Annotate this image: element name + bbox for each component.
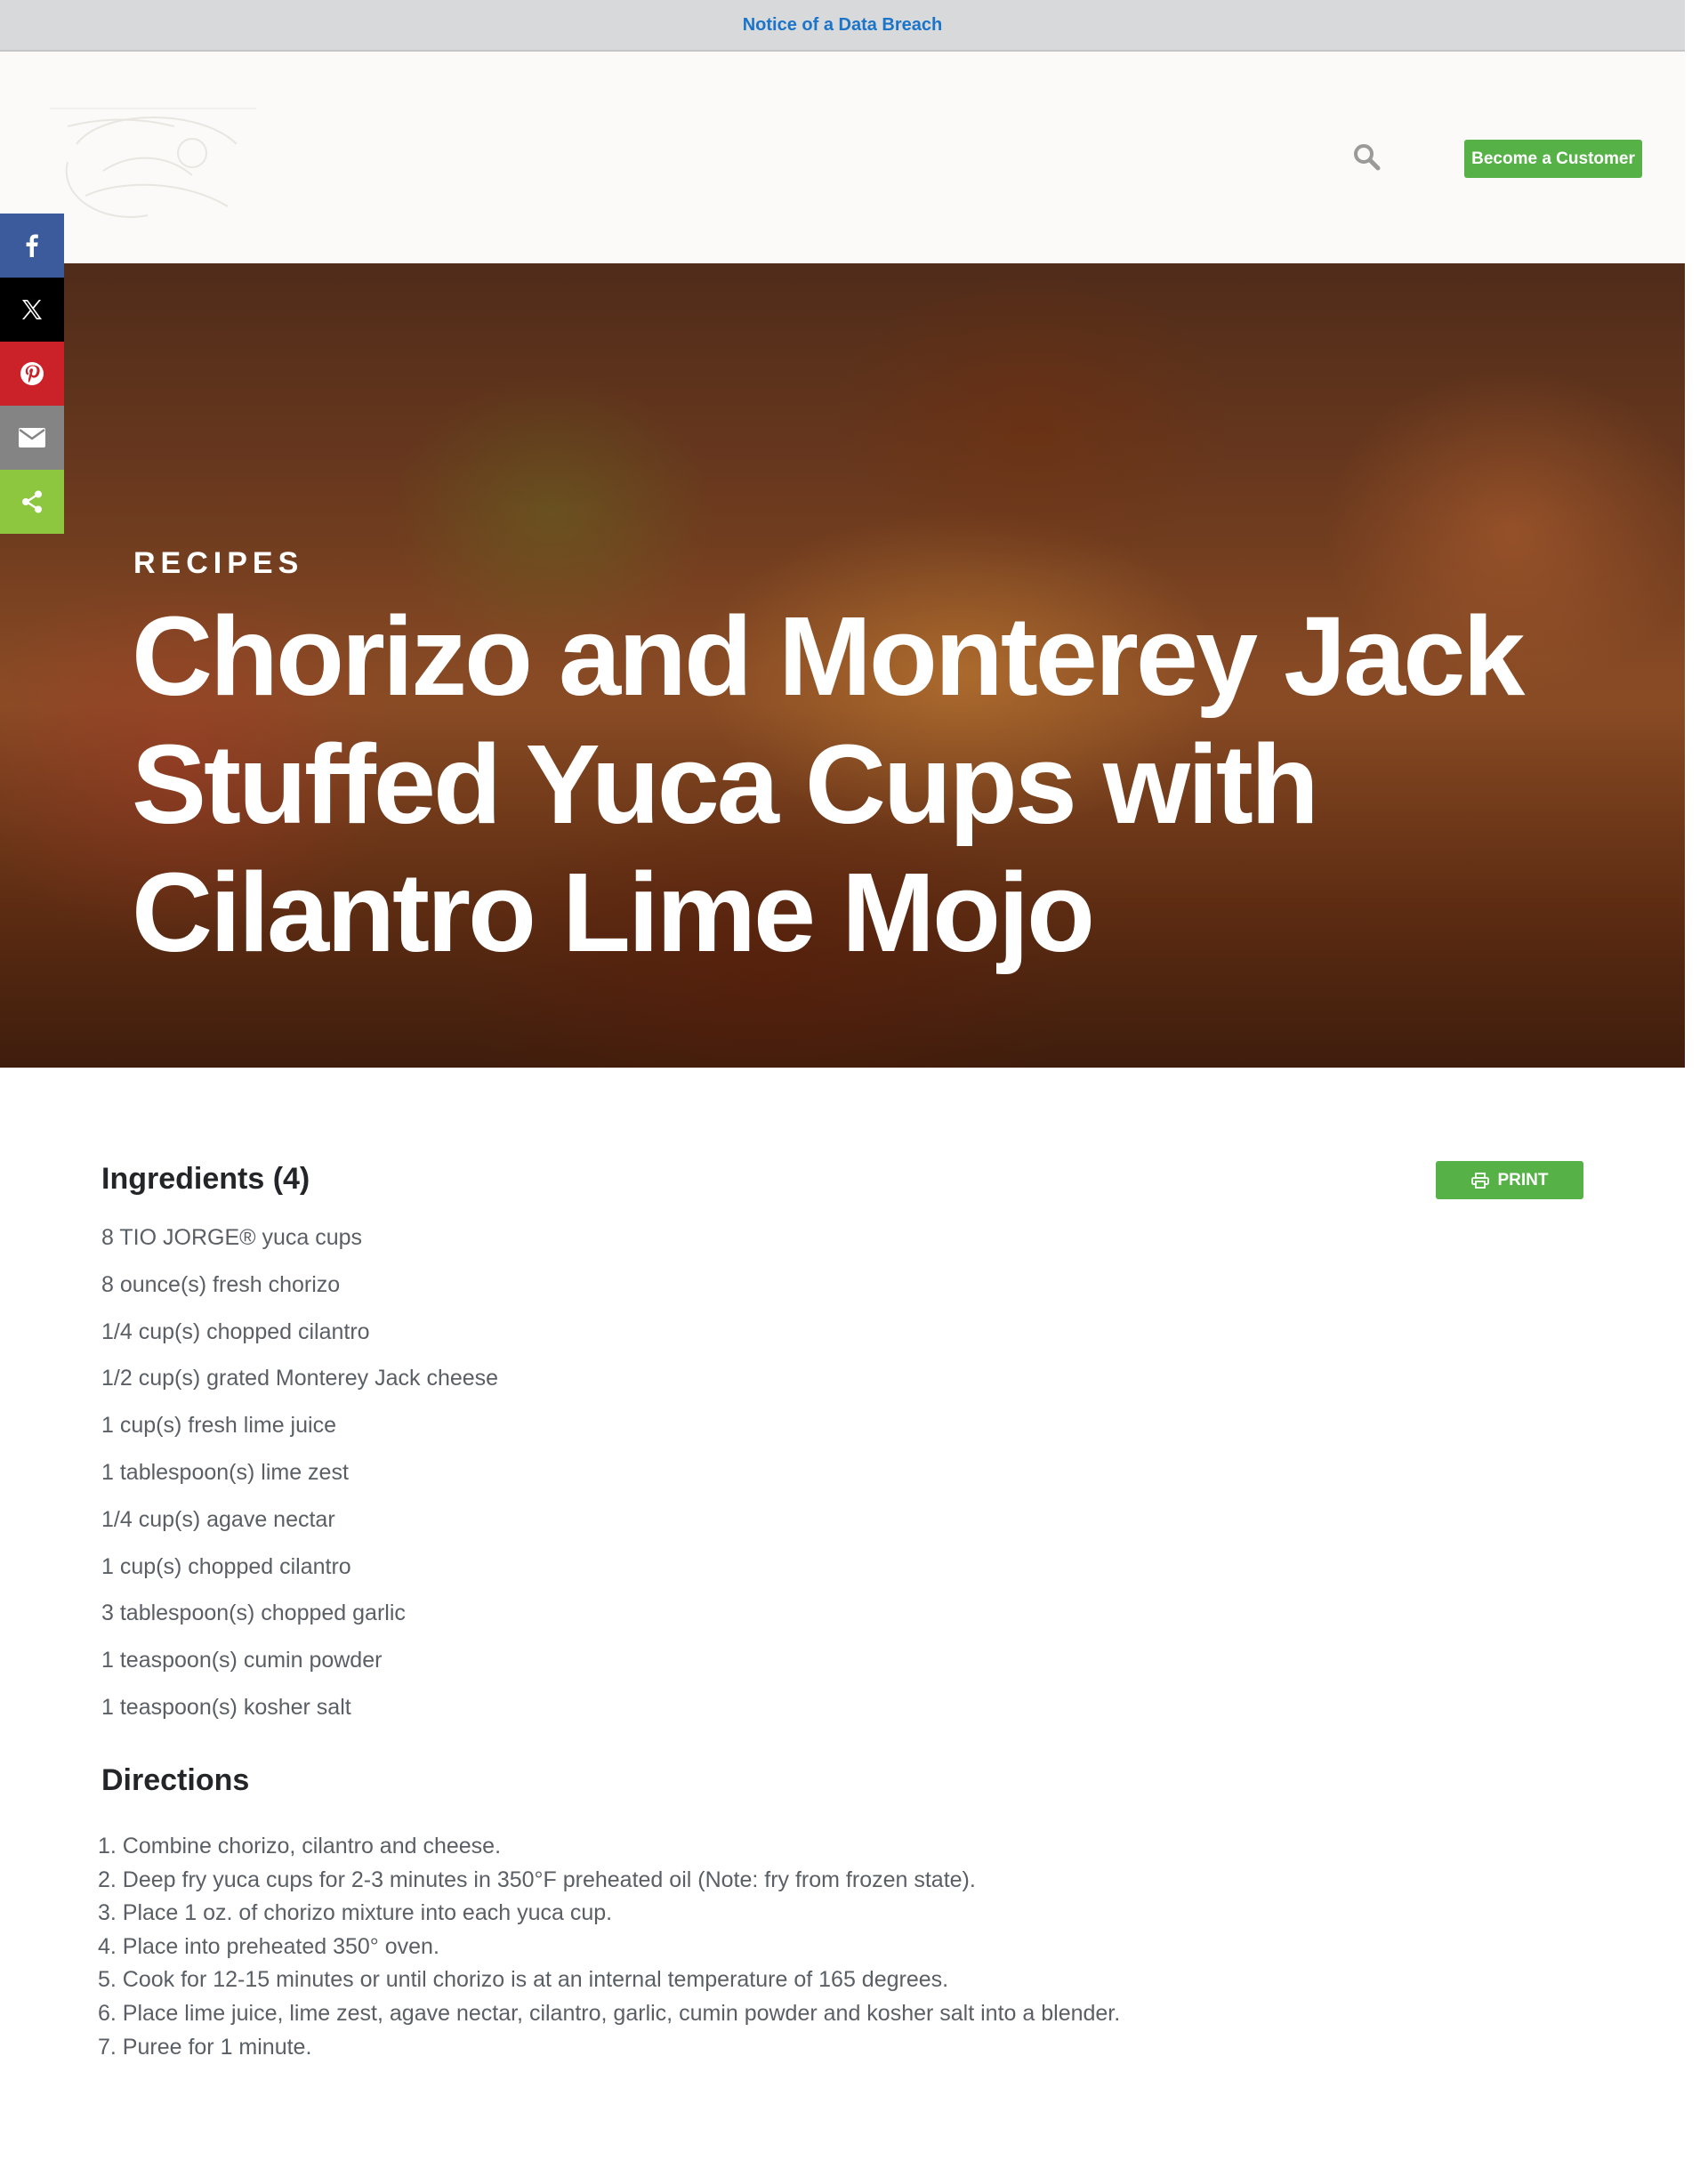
facebook-icon [26,234,38,257]
print-button-label: PRINT [1497,1170,1549,1189]
direction-step: 2. Deep fry yuca cups for 2-3 minutes in… [98,1867,976,1892]
ingredient-item: 1 cup(s) fresh lime juice [101,1413,336,1439]
hero-banner: RECIPES Chorizo and Monterey Jack Stuffe… [0,263,1685,1068]
ingredient-item: 1/2 cup(s) grated Monterey Jack cheese [101,1366,499,1391]
ingredient-item: 8 TIO JORGE® yuca cups [101,1225,363,1250]
share-x-button[interactable] [0,278,64,342]
data-breach-notice-link[interactable]: Notice of a Data Breach [743,15,943,36]
pinterest-icon [20,362,44,385]
ingredient-item: 1/4 cup(s) chopped cilantro [101,1318,370,1344]
share-icon [22,490,42,513]
ingredient-list: 8 TIO JORGE® yuca cups 8 ounce(s) fresh … [101,1224,498,1741]
hero-eyebrow: RECIPES [133,546,304,580]
share-email-button[interactable] [0,406,64,470]
print-button[interactable]: PRINT [1436,1161,1583,1199]
ingredient-item: 8 ounce(s) fresh chorizo [101,1271,341,1297]
ingredient-item: 1 teaspoon(s) kosher salt [101,1694,351,1720]
ingredient-item: 3 tablespoon(s) chopped garlic [101,1600,406,1626]
ingredient-item: 1 cup(s) chopped cilantro [101,1553,351,1579]
share-pinterest-button[interactable] [0,342,64,406]
share-facebook-button[interactable] [0,214,64,278]
social-share-rail [0,214,64,534]
direction-step: 1. Combine chorizo, cilantro and cheese. [98,1834,502,1859]
x-icon [22,300,42,319]
brand-logo[interactable] [50,91,256,233]
directions-heading: Directions [101,1763,250,1797]
direction-step: 5. Cook for 12-15 minutes or until chori… [98,1967,949,1993]
ingredient-item: 1 teaspoon(s) cumin powder [101,1648,383,1673]
direction-step: 6. Place lime juice, lime zest, agave ne… [98,2000,1121,2026]
printer-icon [1470,1172,1489,1189]
email-icon [19,428,45,447]
direction-list: 1. Combine chorizo, cilantro and cheese.… [98,1833,1120,2067]
notice-bar: Notice of a Data Breach [0,0,1685,52]
direction-step: 4. Place into preheated 350° oven. [98,1933,439,1959]
ingredients-heading: Ingredients (4) [101,1162,310,1196]
share-more-button[interactable] [0,470,64,534]
ingredient-item: 1 tablespoon(s) lime zest [101,1459,349,1485]
direction-step: 3. Place 1 oz. of chorizo mixture into e… [98,1900,613,1926]
page-title: Chorizo and Monterey Jack Stuffed Yuca C… [132,593,1525,975]
direction-step: 7. Puree for 1 minute. [98,2034,312,2060]
ingredient-item: 1/4 cup(s) agave nectar [101,1506,335,1532]
site-header: Become a Customer [0,52,1685,263]
become-a-customer-button[interactable]: Become a Customer [1464,140,1642,178]
search-icon[interactable] [1352,142,1381,171]
